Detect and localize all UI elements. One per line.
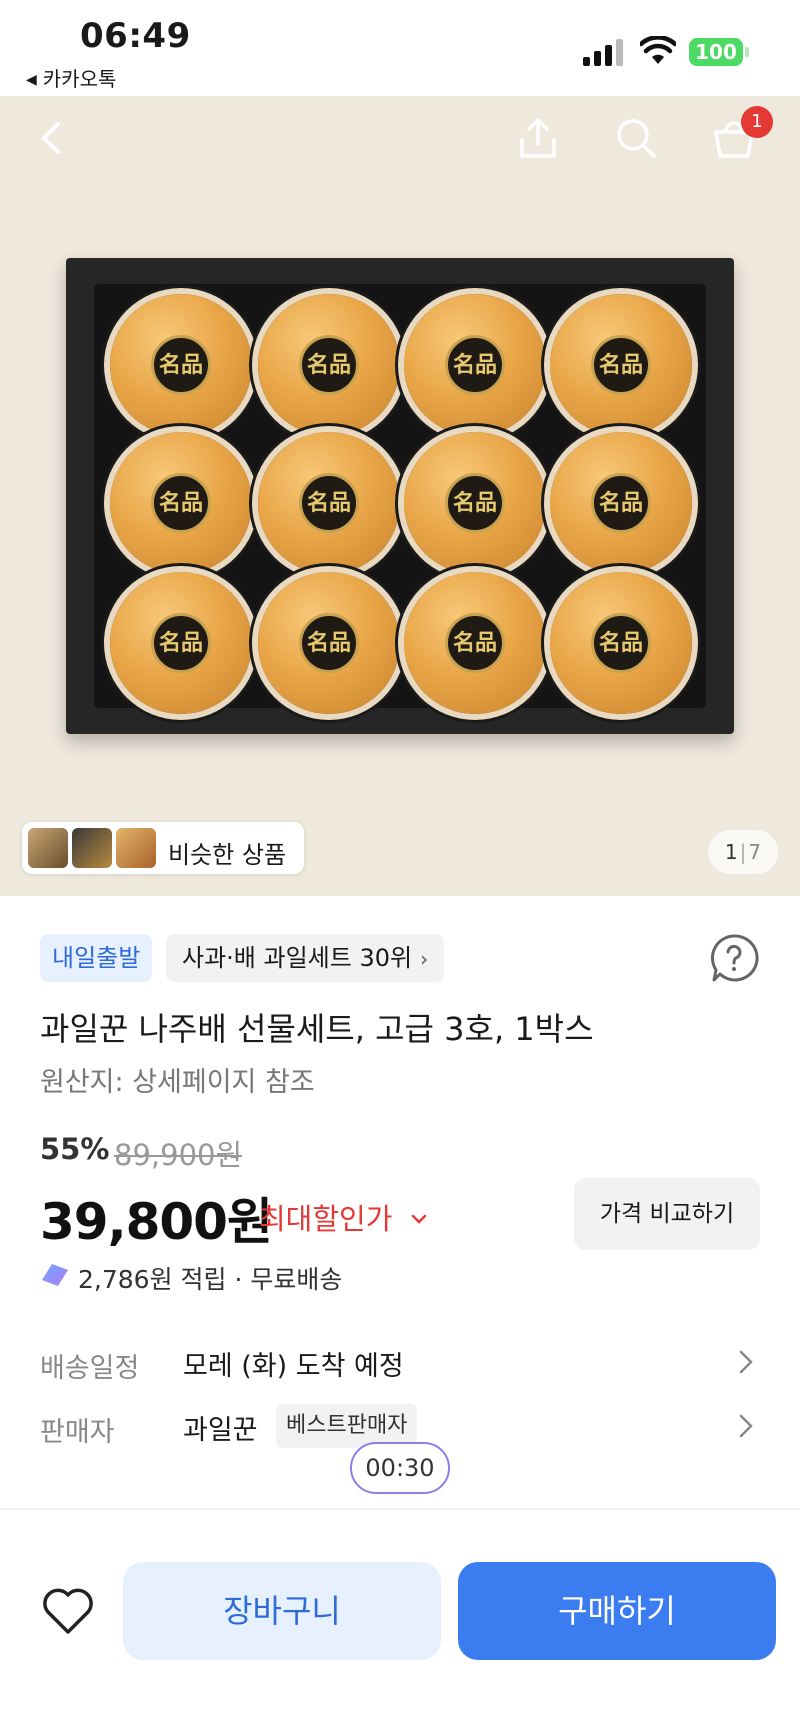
pear-seal: 名品 [151, 613, 211, 673]
wifi-icon [640, 36, 676, 64]
pear-fruit: 名品 [110, 572, 252, 714]
reward-points-icon [42, 1264, 68, 1286]
delivery-tag: 내일출발 [40, 934, 153, 982]
pager-total: 7 [748, 840, 762, 864]
back-arrow-icon[interactable] [28, 112, 80, 164]
pear-fruit: 名品 [258, 572, 400, 714]
similar-thumb [28, 828, 68, 868]
pear-fruit: 名品 [258, 432, 400, 574]
product-title: 과일꾼 나주배 선물세트, 고급 3호, 1박스 [40, 1010, 594, 1048]
pear-seal: 名品 [299, 473, 359, 533]
product-image[interactable]: 名品 名品 名品 名品 名品 名品 名品 名品 名品 名品 名品 名品 [0, 96, 800, 896]
pear-seal: 名品 [445, 473, 505, 533]
pear-seal: 名品 [591, 473, 651, 533]
status-time: 06:49 [80, 16, 191, 56]
search-icon[interactable] [610, 112, 662, 164]
pear-fruit: 名品 [550, 294, 692, 436]
countdown-timer: 00:30 [350, 1442, 450, 1494]
status-bar: 06:49 ◀ 카카오톡 100 [0, 0, 800, 96]
sale-price: 39,800원 [40, 1193, 273, 1251]
pear-fruit: 名品 [110, 432, 252, 574]
section-divider [0, 1508, 800, 1510]
price-compare-button[interactable]: 가격 비교하기 [574, 1178, 760, 1250]
max-discount-label: 최대할인가 [259, 1202, 393, 1236]
pear-fruit: 名品 [404, 432, 546, 574]
category-rank-link[interactable]: 사과·배 과일세트 30위 › [166, 934, 445, 982]
add-to-cart-button[interactable]: 장바구니 [123, 1562, 441, 1660]
delivery-schedule-value[interactable]: 모레 (화) 도착 예정 [183, 1344, 404, 1383]
pager-current: 1 [724, 840, 738, 864]
pear-seal: 名品 [591, 613, 651, 673]
battery-indicator: 100 [689, 38, 749, 66]
question-chat-icon[interactable] [708, 932, 760, 984]
similar-thumb [72, 828, 112, 868]
delivery-schedule-label: 배송일정 [40, 1353, 140, 1384]
pear-seal: 名品 [591, 335, 651, 395]
pear-fruit: 名品 [258, 294, 400, 436]
back-app-label: 카카오톡 [42, 67, 117, 91]
share-icon[interactable] [512, 112, 564, 164]
pear-fruit: 名品 [404, 572, 546, 714]
pear-seal: 名品 [299, 613, 359, 673]
discount-rate: 55% [40, 1132, 110, 1166]
pear-seal: 名品 [445, 613, 505, 673]
similar-products-label: 비슷한 상품 [168, 841, 287, 869]
back-to-app-link[interactable]: ◀ 카카오톡 [26, 63, 116, 92]
cellular-signal-icon [583, 38, 625, 66]
pear-fruit: 名品 [110, 294, 252, 436]
buy-now-button[interactable]: 구매하기 [458, 1562, 776, 1660]
similar-thumb [116, 828, 156, 868]
chevron-down-icon [411, 1214, 426, 1224]
pear-fruit: 名品 [404, 294, 546, 436]
pear-seal: 名品 [299, 335, 359, 395]
pear-seal: 名品 [445, 335, 505, 395]
image-pager: 1 | 7 [708, 830, 778, 874]
cart-count-badge: 1 [741, 106, 773, 138]
seller-label: 판매자 [40, 1417, 115, 1448]
product-origin: 원산지: 상세페이지 참조 [40, 1067, 315, 1098]
chevron-right-icon[interactable] [736, 1412, 756, 1440]
pear-seal: 名品 [151, 335, 211, 395]
back-triangle-icon: ◀ [26, 72, 37, 88]
pear-fruit: 名品 [550, 432, 692, 574]
pear-seal: 名品 [151, 473, 211, 533]
rank-label: 사과·배 과일세트 30위 [182, 944, 413, 972]
pager-separator: | [739, 840, 747, 864]
chevron-right-icon[interactable] [736, 1348, 756, 1376]
heart-icon[interactable] [40, 1585, 96, 1637]
chevron-right-icon: › [420, 947, 429, 971]
similar-products-button[interactable]: 비슷한 상품 [22, 822, 304, 874]
reward-and-shipping: 2,786원 적립 · 무료배송 [78, 1265, 343, 1294]
pear-fruit: 名品 [550, 572, 692, 714]
original-price: 89,900원 [114, 1138, 243, 1172]
seller-name[interactable]: 과일꾼 [183, 1408, 258, 1447]
max-discount-toggle[interactable]: 최대할인가 [259, 1196, 428, 1238]
